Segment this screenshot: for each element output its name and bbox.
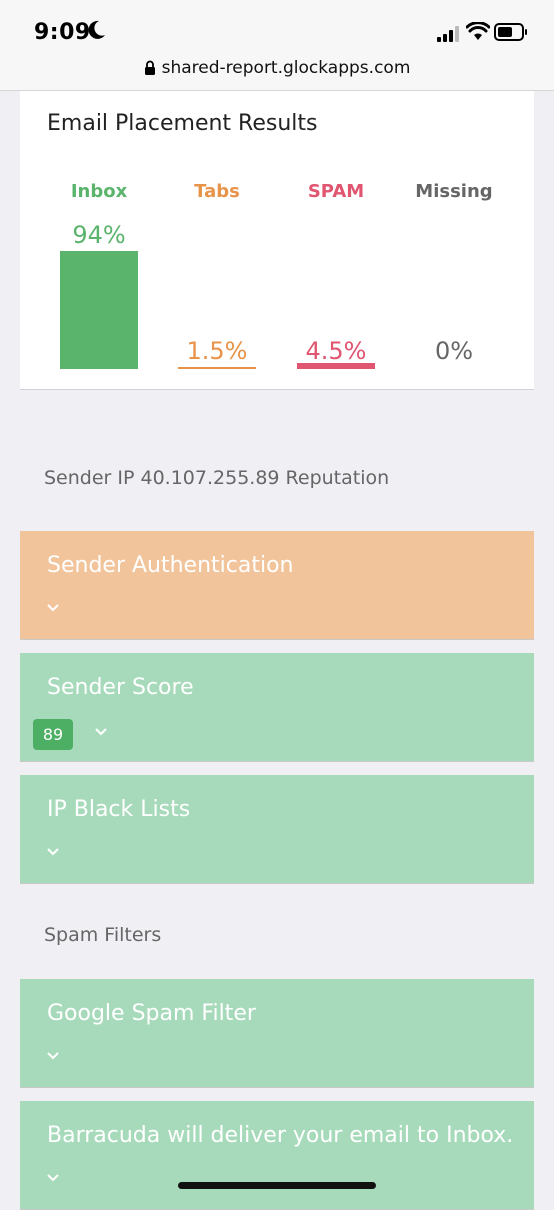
sender-score-badge: 89: [33, 719, 73, 750]
panel-title: Sender Score: [47, 675, 194, 700]
panel-title: Barracuda will deliver your email to Inb…: [47, 1123, 514, 1148]
placement-title: Email Placement Results: [47, 111, 318, 136]
browser-status-bar: 9:09 shared-report.glockapps.com: [0, 0, 554, 91]
bar-tabs: [178, 367, 256, 369]
column-label-inbox: Inbox: [70, 181, 128, 202]
spam-filters-heading: Spam Filters: [44, 924, 162, 946]
value-spam: 4.5%: [305, 337, 367, 365]
battery-icon: [494, 23, 527, 41]
column-tabs: Tabs: [177, 181, 257, 202]
chevron-down-icon[interactable]: [94, 727, 108, 737]
column-label-missing: Missing: [415, 181, 493, 202]
panel-title: IP Black Lists: [47, 797, 191, 822]
value-inbox: 94%: [72, 221, 126, 249]
column-missing: Missing: [414, 181, 494, 202]
status-time: 9:09: [34, 20, 91, 45]
bar-inbox: [60, 251, 138, 369]
panel-ip-black-lists[interactable]: IP Black Lists: [20, 775, 534, 884]
column-label-tabs: Tabs: [194, 181, 240, 202]
wifi-icon: [466, 22, 490, 40]
column-spam: SPAM: [296, 181, 376, 202]
lock-icon: [144, 60, 155, 75]
panel-sender-score[interactable]: Sender Score 89: [20, 653, 534, 762]
value-missing: 0%: [434, 337, 474, 365]
panel-sender-authentication[interactable]: Sender Authentication: [20, 531, 534, 640]
column-inbox: Inbox: [59, 181, 139, 202]
bar-spam: [297, 363, 375, 369]
panel-title: Sender Authentication: [47, 553, 294, 578]
url-text: shared-report.glockapps.com: [161, 58, 411, 78]
moon-icon: [88, 20, 105, 39]
panel-google-spam-filter[interactable]: Google Spam Filter: [20, 979, 534, 1088]
chevron-down-icon[interactable]: [46, 1051, 60, 1061]
cellular-signal-icon: [437, 26, 459, 42]
chevron-down-icon[interactable]: [46, 1173, 60, 1183]
column-label-spam: SPAM: [307, 181, 365, 202]
placement-results-card: Email Placement Results Inbox Tabs SPAM …: [20, 91, 534, 390]
chevron-down-icon[interactable]: [46, 847, 60, 857]
reputation-heading: Sender IP 40.107.255.89 Reputation: [44, 467, 390, 489]
chevron-down-icon[interactable]: [46, 603, 60, 613]
value-tabs: 1.5%: [186, 337, 248, 365]
panel-title: Google Spam Filter: [47, 1001, 256, 1026]
address-bar[interactable]: shared-report.glockapps.com: [0, 58, 554, 78]
home-indicator[interactable]: [178, 1182, 376, 1189]
panel-barracuda[interactable]: Barracuda will deliver your email to Inb…: [20, 1101, 534, 1210]
